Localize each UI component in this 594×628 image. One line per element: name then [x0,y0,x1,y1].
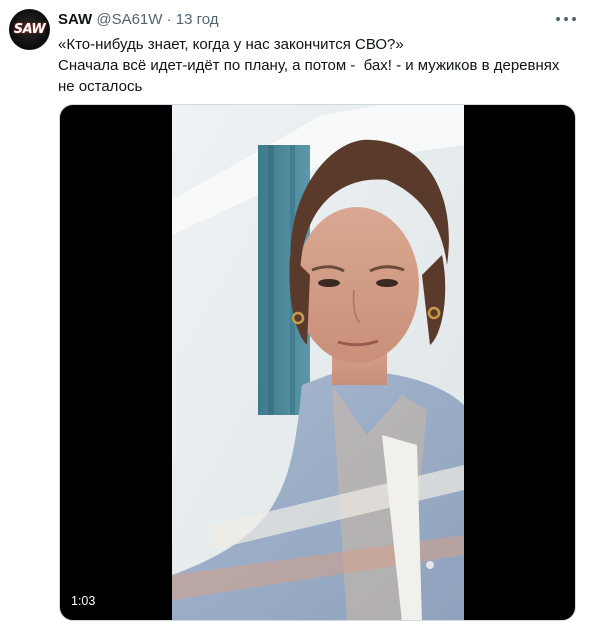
more-options-icon[interactable] [556,12,576,26]
timestamp[interactable]: 13 год [176,11,219,28]
tweet-text: «Кто-нибудь знает, когда у нас закончитс… [58,34,578,97]
author-handle[interactable]: @SA61W [96,11,162,28]
avatar[interactable]: SAW [9,9,50,50]
video-frame [172,105,464,620]
video-duration: 1:03 [71,594,96,608]
video-player[interactable]: 1:03 [59,104,576,621]
tweet-text-line-2: Сначала всё идет-идёт по плану, а потом … [58,57,564,95]
separator-dot: · [166,11,172,28]
avatar-logo-text: SAW [13,22,46,37]
tweet: SAW SAW @SA61W · 13 год «Кто-нибудь знае… [0,0,594,628]
tweet-header: SAW @SA61W · 13 год [58,10,219,30]
author-name[interactable]: SAW [58,11,92,28]
tweet-text-line-1: «Кто-нибудь знает, когда у нас закончитс… [58,36,404,53]
